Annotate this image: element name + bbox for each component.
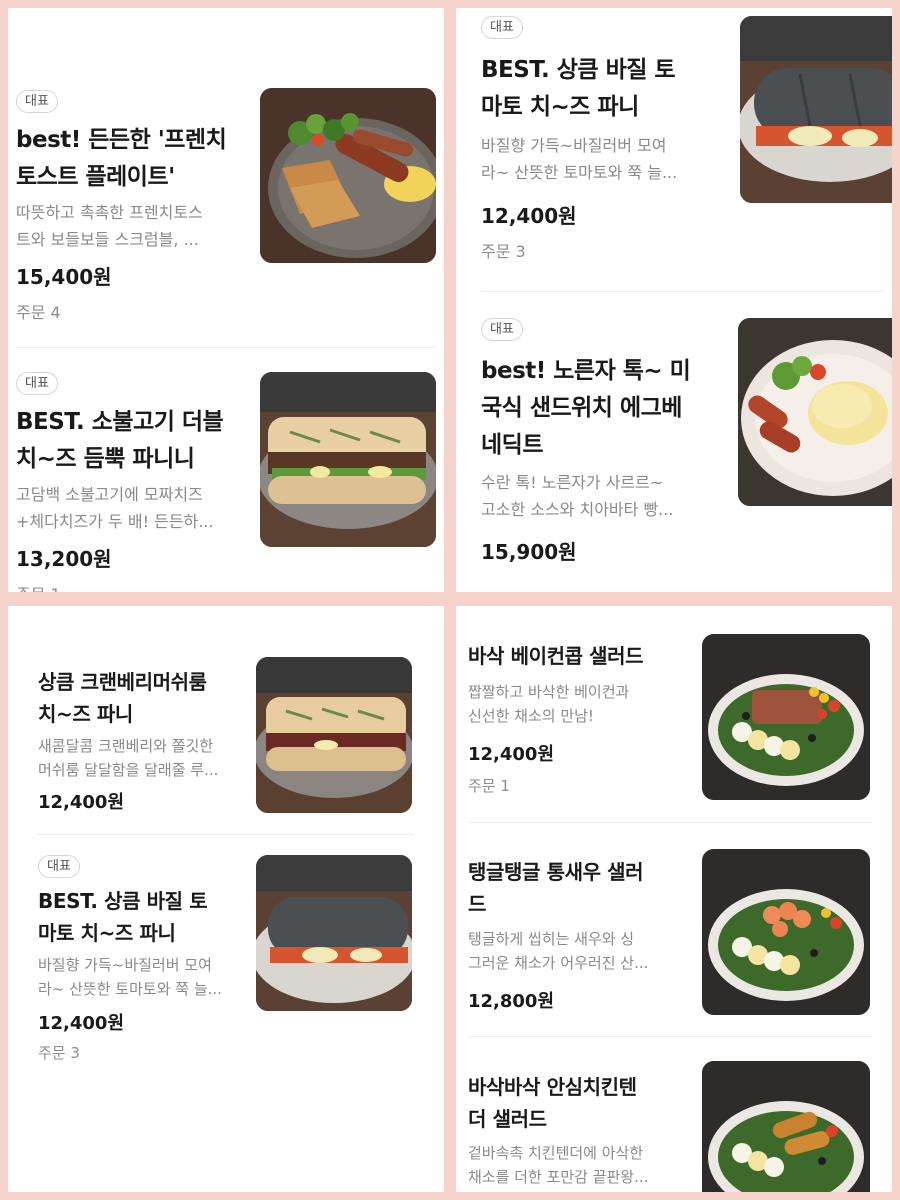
menu-item-title: BEST. 소불고기 더블 치~즈 듬뿍 파니니	[16, 409, 224, 472]
menu-item-description: 탱글하게 씹히는 새우와 싱 그러운 채소가 어우러진 산...	[468, 930, 649, 972]
menu-panel-3: 상큼 크랜베리머쉬룸 치~즈 파니 새콤달콤 크랜베리와 쫄깃한 머쉬룸 달달함…	[8, 606, 444, 1192]
cranberry-mushroom-panini-photo	[256, 657, 412, 813]
menu-item[interactable]: 상큼 크랜베리머쉬룸 치~즈 파니 새콤달콤 크랜베리와 쫄깃한 머쉬룸 달달함…	[8, 606, 444, 834]
menu-item-title: 바삭 베이컨콥 샐러드	[468, 644, 644, 668]
menu-item-price: 12,800원	[468, 991, 555, 1012]
menu-item-title: best! 든든한 '프렌치 토스트 플레이트'	[16, 127, 227, 190]
bacon-cobb-salad-photo	[702, 634, 870, 800]
order-count: 주문 1	[468, 777, 510, 795]
basil-tomato-panini-photo	[740, 16, 892, 203]
menu-item-description: 새콤달콤 크랜베리와 쫄깃한 머쉬룸 달달함을 달래줄 루...	[38, 737, 219, 779]
menu-item-description: 겉바속촉 치킨텐더에 아삭한 채소를 더한 포만감 끝판왕...	[468, 1144, 649, 1186]
eggs-benedict-photo	[738, 318, 892, 506]
menu-item[interactable]: 대표 best! 든든한 '프렌치 토스트 플레이트' 따뜻하고 촉촉한 프렌치…	[8, 8, 444, 338]
menu-item-title: 바삭바삭 안심치킨텐 더 샐러드	[468, 1075, 637, 1131]
menu-item[interactable]: 탱글탱글 통새우 샐러 드 탱글하게 씹히는 새우와 싱 그러운 채소가 어우러…	[456, 823, 892, 1035]
bulgogi-panini-photo	[260, 372, 436, 547]
menu-panel-1: 대표 best! 든든한 '프렌치 토스트 플레이트' 따뜻하고 촉촉한 프렌치…	[8, 8, 444, 592]
order-count: 주문 3	[38, 1044, 80, 1062]
basil-tomato-panini-photo	[256, 855, 412, 1011]
french-toast-plate-photo	[260, 88, 436, 263]
signature-badge: 대표	[38, 855, 80, 878]
menu-item-description: 바질향 가득~바질러버 모여 라~ 산뜻한 토마토와 쭉 늘...	[481, 136, 678, 182]
menu-item[interactable]: 바삭바삭 안심치킨텐 더 샐러드 겉바속촉 치킨텐더에 아삭한 채소를 더한 포…	[456, 1037, 892, 1192]
signature-badge: 대표	[481, 16, 523, 39]
menu-item-description: 수란 톡! 노른자가 사르르~ 고소한 소스와 치아바타 빵...	[481, 473, 674, 519]
menu-item[interactable]: 대표 best! 노른자 톡~ 미 국식 샌드위치 에그베 네딕트 수란 톡! …	[456, 292, 892, 592]
menu-item[interactable]: 대표 BEST. 소불고기 더블 치~즈 듬뿍 파니니 고담백 소불고기에 모짜…	[8, 348, 444, 592]
signature-badge: 대표	[16, 90, 58, 113]
menu-item-description: 바질향 가득~바질러버 모여 라~ 산뜻한 토마토와 쭉 늘...	[38, 956, 222, 998]
menu-item-title: BEST. 상큼 바질 토 마토 치~즈 파니	[38, 889, 208, 945]
menu-item-price: 12,400원	[481, 204, 577, 228]
menu-item-price: 15,900원	[481, 540, 577, 564]
menu-panel-2: 대표 BEST. 상큼 바질 토 마토 치~즈 파니 바질향 가득~바질러버 모…	[456, 8, 892, 592]
shrimp-salad-photo	[702, 849, 870, 1015]
menu-item-description: 고담백 소불고기에 모짜치즈 +체다치즈가 두 배! 든든하...	[16, 485, 214, 531]
signature-badge: 대표	[481, 318, 523, 341]
menu-item-price: 12,400원	[38, 1013, 125, 1034]
menu-item[interactable]: 바삭 베이컨콥 샐러드 짭짤하고 바삭한 베이컨과 신선한 채소의 만남! 12…	[456, 606, 892, 819]
menu-item-description: 따뜻하고 촉촉한 프렌치토스 트와 보들보들 스크럼블, ...	[16, 203, 203, 249]
order-count: 주문 1	[16, 581, 61, 592]
menu-item-price: 15,400원	[16, 265, 112, 289]
menu-item-price: 12,400원	[38, 792, 125, 813]
menu-item-title: BEST. 상큼 바질 토 마토 치~즈 파니	[481, 57, 676, 120]
chicken-tender-salad-photo	[702, 1061, 870, 1192]
order-count: 주문 4	[16, 303, 61, 322]
menu-item-title: 탱글탱글 통새우 샐러 드	[468, 860, 644, 916]
menu-item-title: 상큼 크랜베리머쉬룸 치~즈 파니	[38, 670, 207, 726]
menu-item[interactable]: 대표 BEST. 상큼 바질 토 마토 치~즈 파니 바질향 가득~바질러버 모…	[8, 835, 444, 1190]
menu-item-title: best! 노른자 톡~ 미 국식 샌드위치 에그베 네딕트	[481, 358, 691, 458]
menu-item[interactable]: 대표 BEST. 상큼 바질 토 마토 치~즈 파니 바질향 가득~바질러버 모…	[456, 8, 892, 290]
order-count: 주문 3	[481, 242, 526, 261]
menu-item-description: 짭짤하고 바삭한 베이컨과 신선한 채소의 만남!	[468, 683, 630, 725]
menu-item-price: 12,400원	[468, 744, 555, 765]
menu-item-price: 13,200원	[16, 547, 112, 571]
signature-badge: 대표	[16, 372, 58, 395]
menu-panel-4: 바삭 베이컨콥 샐러드 짭짤하고 바삭한 베이컨과 신선한 채소의 만남! 12…	[456, 606, 892, 1192]
